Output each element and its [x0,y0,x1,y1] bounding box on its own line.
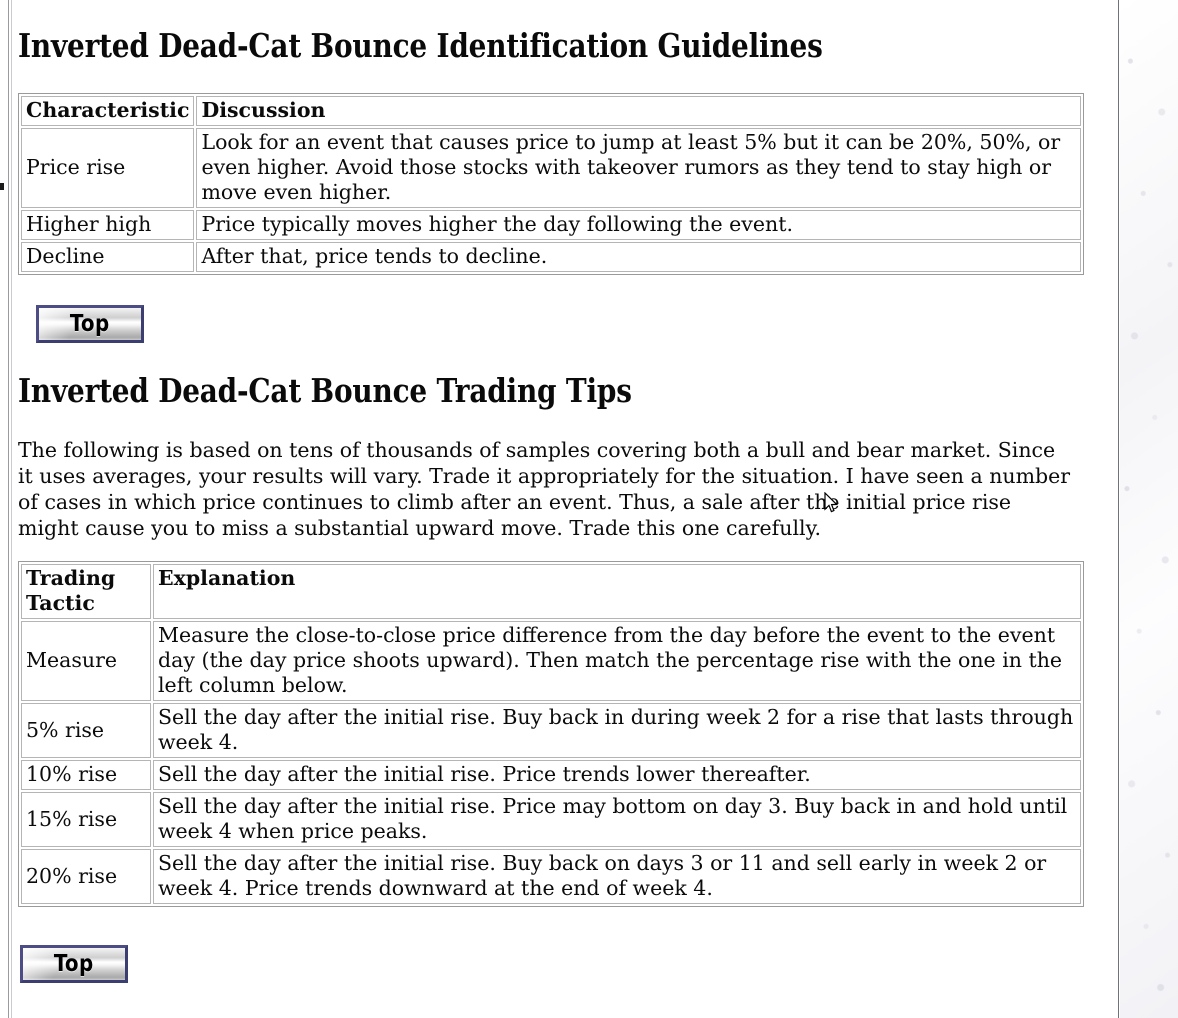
cell-discussion: After that, price tends to decline. [196,242,1081,272]
identification-guidelines-table: Characteristic Discussion Price rise Loo… [18,93,1084,275]
cell-trading-tactic: Measure [21,621,151,701]
page-root: Inverted Dead-Cat Bounce Identification … [0,0,1178,1018]
column-header-characteristic: Characteristic [21,96,195,126]
page-title-identification-guidelines: Inverted Dead-Cat Bounce Identification … [18,26,823,65]
table-row: 5% rise Sell the day after the initial r… [21,703,1081,758]
right-textured-margin [1120,0,1178,1018]
table-row: 15% rise Sell the day after the initial … [21,792,1081,847]
table-header-row: Characteristic Discussion [21,96,1081,126]
table-row: Price rise Look for an event that causes… [21,128,1081,208]
intro-paragraph: The following is based on tens of thousa… [18,438,1071,540]
left-frame-rule [8,0,9,1018]
table-row: Higher high Price typically moves higher… [21,210,1081,240]
cell-trading-tactic: 5% rise [21,703,151,758]
cell-explanation: Measure the close-to-close price differe… [153,621,1081,701]
cell-trading-tactic: 10% rise [21,760,151,790]
column-header-explanation: Explanation [153,564,1081,619]
cell-explanation: Sell the day after the initial rise. Buy… [153,849,1081,904]
column-header-discussion: Discussion [196,96,1081,126]
table-row: Decline After that, price tends to decli… [21,242,1081,272]
right-frame-rule [1118,0,1119,1018]
column-header-trading-tactic: Trading Tactic [21,564,151,619]
top-button[interactable]: Top [20,945,128,983]
top-button[interactable]: Top [36,305,144,343]
trading-tips-table: Trading Tactic Explanation Measure Measu… [18,561,1084,907]
left-frame-rule-secondary [11,0,12,1018]
cell-trading-tactic: 15% rise [21,792,151,847]
table-header-row: Trading Tactic Explanation [21,564,1081,619]
table-row: 10% rise Sell the day after the initial … [21,760,1081,790]
table-row: 20% rise Sell the day after the initial … [21,849,1081,904]
cell-discussion: Look for an event that causes price to j… [196,128,1081,208]
cell-trading-tactic: 20% rise [21,849,151,904]
top-button-label: Top [54,950,94,977]
left-edge-marker [0,183,4,190]
cell-explanation: Sell the day after the initial rise. Pri… [153,792,1081,847]
cell-explanation: Sell the day after the initial rise. Pri… [153,760,1081,790]
cell-characteristic: Decline [21,242,195,272]
page-title-trading-tips: Inverted Dead-Cat Bounce Trading Tips [18,371,632,410]
cell-explanation: Sell the day after the initial rise. Buy… [153,703,1081,758]
cell-characteristic: Higher high [21,210,195,240]
cell-characteristic: Price rise [21,128,195,208]
cell-discussion: Price typically moves higher the day fol… [196,210,1081,240]
table-row: Measure Measure the close-to-close price… [21,621,1081,701]
top-button-label: Top [70,310,110,337]
